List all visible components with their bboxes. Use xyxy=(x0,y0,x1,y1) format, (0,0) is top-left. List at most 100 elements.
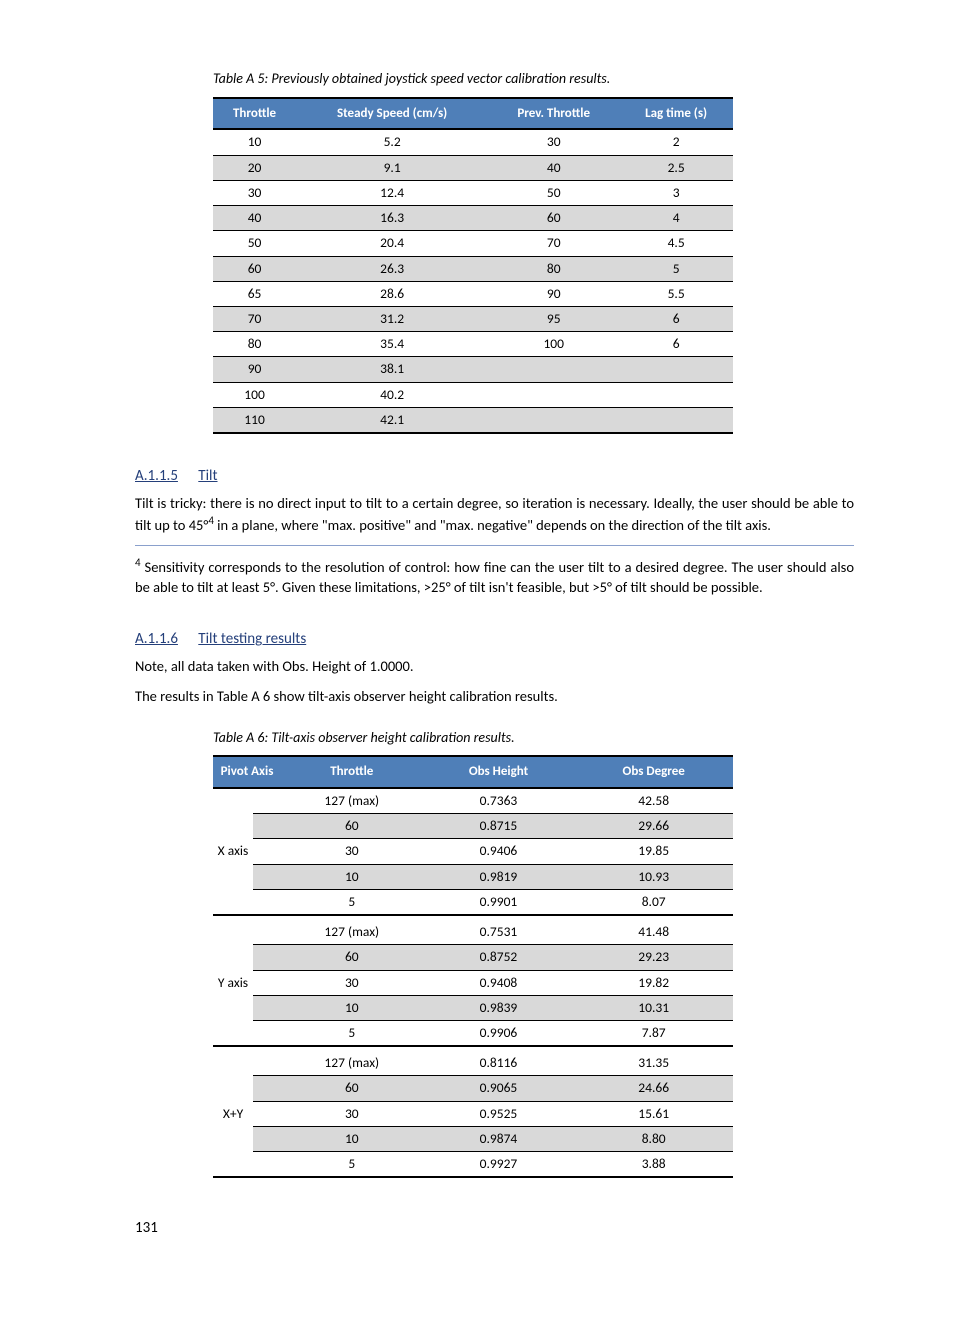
table-cell: 41.48 xyxy=(574,920,733,945)
table1-caption: Table A 5: Previously obtained joystick … xyxy=(213,70,854,89)
axis-cell: X+Y xyxy=(213,1051,253,1177)
table-cell: 30 xyxy=(281,839,423,864)
table-row: 7031.2956 xyxy=(213,306,733,331)
table-cell: 31.35 xyxy=(574,1051,733,1076)
table-cell: 16.3 xyxy=(296,206,488,231)
table-cell: 50 xyxy=(488,180,619,205)
table-cell xyxy=(253,1152,281,1178)
table-cell: 42.1 xyxy=(296,407,488,433)
table-cell: 5 xyxy=(619,256,733,281)
table-cell: 127 (max) xyxy=(281,920,423,945)
table-cell: 0.8752 xyxy=(423,945,575,970)
table-cell: 7.87 xyxy=(574,1021,733,1047)
table-row: 5020.4704.5 xyxy=(213,231,733,256)
table-cell: 42.58 xyxy=(574,788,733,814)
table-row: 9038.1 xyxy=(213,357,733,382)
table-cell xyxy=(253,1126,281,1151)
table-cell: 40 xyxy=(213,206,296,231)
table-cell xyxy=(488,382,619,407)
table-cell: 38.1 xyxy=(296,357,488,382)
table-row: 50.99273.88 xyxy=(213,1152,733,1178)
table1-h2: Prev. Throttle xyxy=(488,98,619,130)
table-cell: 30 xyxy=(488,129,619,155)
table-cell: 29.66 xyxy=(574,814,733,839)
table-cell: 5 xyxy=(281,1021,423,1047)
footnote-4-text: Sensitivity corresponds to the resolutio… xyxy=(135,558,854,596)
table2-h0: Pivot Axis xyxy=(213,756,281,788)
table-cell: 8.07 xyxy=(574,889,733,915)
section-tilt-num: A.1.1.5 xyxy=(135,467,178,485)
table-cell: 4.5 xyxy=(619,231,733,256)
table-row: 50.99067.87 xyxy=(213,1021,733,1047)
table2: Pivot Axis Throttle Obs Height Obs Degre… xyxy=(213,755,733,1178)
table-row: 10040.2 xyxy=(213,382,733,407)
table-cell xyxy=(488,357,619,382)
table1-h0: Throttle xyxy=(213,98,296,130)
table-row: 6026.3805 xyxy=(213,256,733,281)
table-cell: 80 xyxy=(213,332,296,357)
table-cell: 100 xyxy=(213,382,296,407)
table-cell: 60 xyxy=(281,945,423,970)
table-cell xyxy=(253,1051,281,1076)
table-cell: 31.2 xyxy=(296,306,488,331)
axis-cell: Y axis xyxy=(213,920,253,1046)
table2-h3: Obs Degree xyxy=(574,756,733,788)
table-cell: 0.9406 xyxy=(423,839,575,864)
tilt-results-p2: The results in Table A 6 show tilt-axis … xyxy=(135,687,854,707)
table-cell: 10 xyxy=(213,129,296,155)
table-row: 6528.6905.5 xyxy=(213,281,733,306)
table-cell: 127 (max) xyxy=(281,788,423,814)
table-cell: 8.80 xyxy=(574,1126,733,1151)
table-cell: 60 xyxy=(281,814,423,839)
table-cell: 28.6 xyxy=(296,281,488,306)
footnote-4: 4 Sensitivity corresponds to the resolut… xyxy=(135,556,854,597)
table-row: 209.1402.5 xyxy=(213,155,733,180)
table-cell: 35.4 xyxy=(296,332,488,357)
table-cell: 6 xyxy=(619,306,733,331)
table-cell: 80 xyxy=(488,256,619,281)
table-cell: 10.93 xyxy=(574,864,733,889)
table-cell xyxy=(253,864,281,889)
table-cell: 5 xyxy=(281,889,423,915)
table-cell: 12.4 xyxy=(296,180,488,205)
table-cell: 15.61 xyxy=(574,1101,733,1126)
table-row: 100.98748.80 xyxy=(213,1126,733,1151)
table-row: 100.981910.93 xyxy=(213,864,733,889)
table-cell: 90 xyxy=(488,281,619,306)
footnote-separator xyxy=(135,545,854,546)
table-cell: 90 xyxy=(213,357,296,382)
table-cell: 5.2 xyxy=(296,129,488,155)
table-cell: 0.8715 xyxy=(423,814,575,839)
table-cell: 30 xyxy=(213,180,296,205)
table-row: 600.906524.66 xyxy=(213,1076,733,1101)
table-cell: 0.9927 xyxy=(423,1152,575,1178)
table-cell: 0.9906 xyxy=(423,1021,575,1047)
table-cell xyxy=(619,357,733,382)
table-row: 11042.1 xyxy=(213,407,733,433)
table1-h1: Steady Speed (cm/s) xyxy=(296,98,488,130)
table-row: 300.952515.61 xyxy=(213,1101,733,1126)
table-cell: 0.9901 xyxy=(423,889,575,915)
table-cell xyxy=(253,945,281,970)
table-cell: 20 xyxy=(213,155,296,180)
table-cell: 10 xyxy=(281,995,423,1020)
table-cell: 30 xyxy=(281,970,423,995)
table-cell: 70 xyxy=(488,231,619,256)
table-cell: 0.7531 xyxy=(423,920,575,945)
table-cell: 6 xyxy=(619,332,733,357)
table-cell xyxy=(253,970,281,995)
table-cell: 3 xyxy=(619,180,733,205)
section-tilt-results-num: A.1.1.6 xyxy=(135,630,178,648)
table-cell: 29.23 xyxy=(574,945,733,970)
table-row: X axis127 (max)0.736342.58 xyxy=(213,788,733,814)
table-row: 100.983910.31 xyxy=(213,995,733,1020)
table-cell: 0.9065 xyxy=(423,1076,575,1101)
table2-h2: Obs Height xyxy=(423,756,575,788)
table-cell: 127 (max) xyxy=(281,1051,423,1076)
table-cell: 5.5 xyxy=(619,281,733,306)
table-cell xyxy=(619,382,733,407)
table-row: X+Y127 (max)0.811631.35 xyxy=(213,1051,733,1076)
table-cell: 2 xyxy=(619,129,733,155)
table-row: 8035.41006 xyxy=(213,332,733,357)
table-row: 3012.4503 xyxy=(213,180,733,205)
